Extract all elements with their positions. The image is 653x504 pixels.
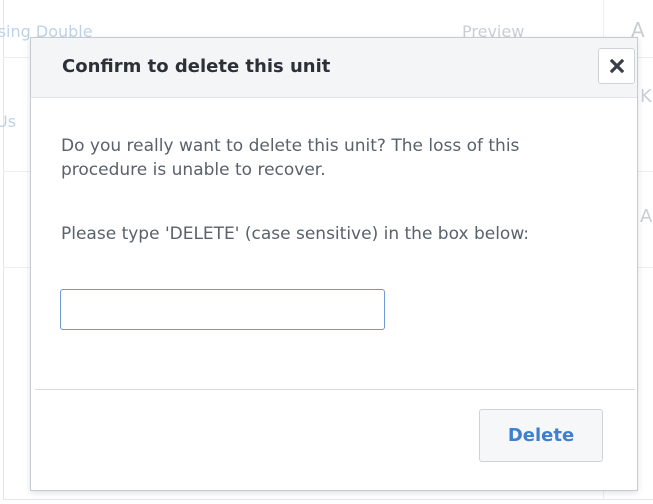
dialog-footer: Delete: [35, 389, 635, 490]
delete-button[interactable]: Delete: [479, 409, 603, 462]
close-x-icon: [609, 59, 624, 73]
close-button[interactable]: [598, 48, 635, 84]
dialog-title: Confirm to delete this unit: [62, 56, 331, 77]
delete-instruction-text: Please type 'DELETE' (case sensitive) in…: [61, 224, 530, 244]
dialog-body: Do you really want to delete this unit? …: [31, 98, 637, 389]
dialog-header: Confirm to delete this unit: [31, 38, 637, 98]
delete-warning-message: Do you really want to delete this unit? …: [61, 136, 520, 180]
confirm-delete-dialog: Confirm to delete this unit Do you reall…: [30, 37, 638, 491]
delete-confirmation-input[interactable]: [60, 289, 385, 330]
